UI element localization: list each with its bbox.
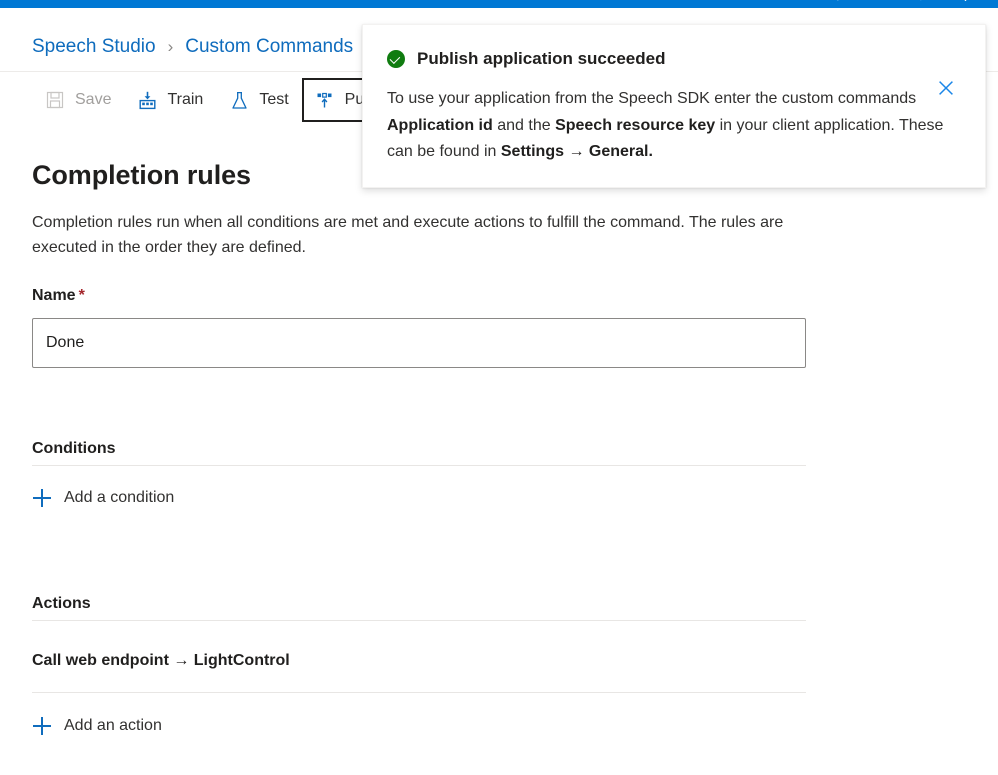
actions-divider [32,620,806,621]
plus-icon [32,716,52,736]
name-input[interactable] [32,318,806,368]
action-list-item[interactable]: Call web endpoint → LightControl [32,652,290,670]
page-description: Completion rules run when all conditions… [32,214,784,256]
save-label: Save [75,91,112,108]
actions-heading: Actions [32,595,91,613]
add-action-label: Add an action [64,717,162,734]
train-button[interactable]: Train [124,78,216,122]
azure-top-bar: ⚙ ? ☺ ⋮ [0,0,998,8]
test-label: Test [259,91,289,108]
action-item-divider [32,692,806,693]
chevron-right-icon: › [167,37,174,56]
breadcrumb-item-speech-studio[interactable]: Speech Studio [32,36,156,58]
name-label-text: Name [32,287,76,304]
notification-title: Publish application succeeded [417,49,666,68]
train-icon [137,90,157,110]
publish-success-notification: Publish application succeeded To use you… [362,24,986,188]
beaker-icon [229,90,249,110]
name-field-label: Name * [32,287,85,305]
save-button[interactable]: Save [32,78,124,122]
topbar-glyphs: ⚙ ? ☺ ⋮ [832,0,986,4]
add-action-button[interactable]: Add an action [32,716,162,736]
add-condition-button[interactable]: Add a condition [32,488,174,508]
close-icon[interactable] [933,75,959,101]
notification-body: To use your application from the Speech … [387,90,944,160]
breadcrumb: Speech Studio › Custom Commands › [32,30,383,64]
breadcrumb-item-custom-commands[interactable]: Custom Commands [185,36,353,58]
conditions-heading: Conditions [32,440,116,458]
test-button[interactable]: Test [216,78,301,122]
command-toolbar: Save Train Test Pub [32,78,387,122]
conditions-divider [32,465,806,466]
add-condition-label: Add a condition [64,489,175,506]
page-title: Completion rules [32,160,251,191]
publish-icon [315,90,335,110]
success-check-icon [387,50,405,68]
plus-icon [32,488,52,508]
notification-header: Publish application succeeded [387,49,959,69]
train-label: Train [167,91,204,108]
required-asterisk: * [78,287,85,304]
save-icon [45,90,65,110]
